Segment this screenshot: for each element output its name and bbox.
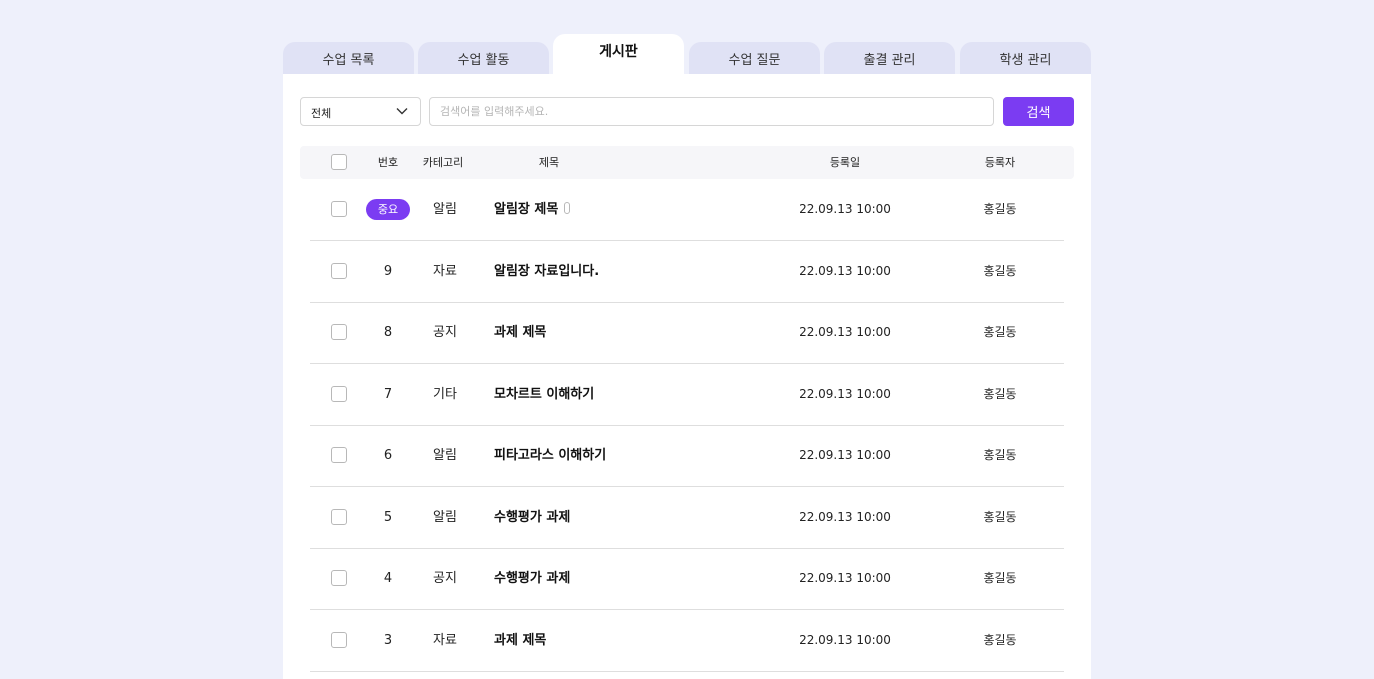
row-number: 6 — [383, 448, 393, 463]
row-checkbox[interactable] — [331, 570, 347, 586]
row-number: 5 — [383, 509, 393, 525]
row-author: 홍길동 — [983, 448, 1017, 462]
header-title: 제목 — [538, 156, 560, 169]
table-header: 번호 카테고리 제목 등록일 등록자 — [300, 146, 1074, 179]
row-date: 22.09.13 10:00 — [799, 571, 891, 585]
row-title-text: 과제 제목 — [494, 325, 547, 340]
row-number: 9 — [383, 263, 393, 279]
table-row[interactable]: 중요 알림 알림장 제목 22.09.13 10:00 홍길동 — [310, 179, 1064, 241]
search-field — [429, 97, 994, 126]
row-category: 알림 — [433, 202, 457, 217]
row-title-link[interactable]: 알림장 제목 — [494, 179, 571, 240]
tab-attendance[interactable]: 출결 관리 — [824, 42, 955, 74]
row-title-text: 수행평가 과제 — [494, 571, 571, 586]
row-author: 홍길동 — [983, 202, 1017, 216]
row-author: 홍길동 — [983, 325, 1017, 339]
row-category: 공지 — [433, 571, 457, 586]
tab-board[interactable]: 게시판 — [553, 34, 684, 74]
header-author: 등록자 — [984, 156, 1016, 169]
row-number: 7 — [383, 386, 393, 402]
table-row[interactable]: 3 자료 과제 제목 22.09.13 10:00 홍길동 — [310, 610, 1064, 672]
row-checkbox[interactable] — [331, 447, 347, 463]
row-date: 22.09.13 10:00 — [799, 202, 891, 216]
header-date: 등록일 — [829, 156, 861, 169]
row-date: 22.09.13 10:00 — [799, 263, 891, 278]
table-row[interactable]: 5 알림 수행평가 과제 22.09.13 10:00 홍길동 — [310, 487, 1064, 549]
row-checkbox[interactable] — [331, 508, 347, 525]
row-date: 22.09.13 10:00 — [799, 509, 891, 524]
row-title-text: 알림장 자료입니다. — [494, 263, 600, 279]
header-number: 번호 — [377, 156, 399, 169]
attachment-icon — [564, 202, 571, 214]
header-category: 카테고리 — [422, 156, 464, 169]
row-category: 공지 — [433, 325, 457, 340]
search-button[interactable]: 검색 — [1003, 97, 1074, 126]
category-filter-select[interactable]: 전체 — [300, 97, 421, 126]
row-title-link[interactable]: 수행평가 과제 — [494, 548, 570, 609]
row-title-text: 과제 제목 — [494, 632, 547, 648]
category-filter-value: 전체 — [311, 107, 332, 120]
row-title-link[interactable]: 모차르트 이해하기 — [494, 364, 594, 425]
chevron-down-icon — [396, 108, 408, 115]
row-number: 8 — [383, 325, 393, 340]
row-number: 4 — [383, 571, 393, 586]
row-category: 자료 — [433, 632, 457, 648]
row-title-link[interactable]: 과제 제목 — [494, 610, 546, 671]
board-tabs: 수업 목록 수업 활동 게시판 수업 질문 출결 관리 학생 관리 — [283, 34, 1091, 74]
table-row[interactable]: 6 알림 피타고라스 이해하기 22.09.13 10:00 홍길동 — [310, 425, 1064, 487]
table-row[interactable]: 7 기타 모차르트 이해하기 22.09.13 10:00 홍길동 — [310, 364, 1064, 426]
row-author: 홍길동 — [983, 386, 1017, 401]
board-panel: 전체 검색 번호 카테고리 제목 등록일 등록자 중요알림알림장 제목22.09… — [283, 74, 1091, 679]
tab-class-list[interactable]: 수업 목록 — [283, 42, 414, 74]
search-bar: 전체 검색 — [300, 97, 1074, 126]
row-title-text: 알림장 제목 — [494, 202, 559, 217]
row-checkbox[interactable] — [331, 262, 347, 279]
table-row[interactable]: 4 공지 수행평가 과제 22.09.13 10:00 홍길동 — [310, 548, 1064, 610]
important-badge: 중요 — [366, 199, 410, 220]
row-title-link[interactable]: 과제 제목 — [494, 302, 546, 363]
row-title-text: 피타고라스 이해하기 — [494, 448, 607, 463]
row-title-link[interactable]: 수행평가 과제 — [494, 487, 570, 548]
row-author: 홍길동 — [983, 632, 1017, 647]
row-category: 기타 — [433, 386, 457, 402]
row-author: 홍길동 — [983, 263, 1017, 278]
select-all-checkbox[interactable] — [331, 154, 347, 170]
row-title-link[interactable]: 알림장 자료입니다. — [494, 241, 599, 302]
row-category: 자료 — [433, 263, 457, 279]
row-checkbox[interactable] — [331, 201, 347, 217]
row-number: 3 — [383, 632, 393, 648]
search-input[interactable] — [430, 98, 993, 125]
row-title-text: 수행평가 과제 — [494, 509, 571, 525]
row-checkbox[interactable] — [331, 631, 347, 648]
tab-class-questions[interactable]: 수업 질문 — [689, 42, 820, 74]
row-title-text: 모차르트 이해하기 — [494, 386, 595, 402]
row-date: 22.09.13 10:00 — [799, 632, 891, 647]
row-checkbox[interactable] — [331, 324, 347, 340]
row-category: 알림 — [433, 509, 457, 525]
tab-class-activity[interactable]: 수업 활동 — [418, 42, 549, 74]
row-author: 홍길동 — [983, 509, 1017, 524]
row-category: 알림 — [433, 448, 457, 463]
table-row[interactable]: 9 자료 알림장 자료입니다. 22.09.13 10:00 홍길동 — [310, 241, 1064, 303]
row-checkbox[interactable] — [331, 385, 347, 402]
row-date: 22.09.13 10:00 — [799, 448, 891, 462]
row-author: 홍길동 — [983, 571, 1017, 585]
row-title-link[interactable]: 피타고라스 이해하기 — [494, 425, 606, 486]
row-date: 22.09.13 10:00 — [799, 386, 891, 401]
table-row[interactable]: 8 공지 과제 제목 22.09.13 10:00 홍길동 — [310, 302, 1064, 364]
tab-student-management[interactable]: 학생 관리 — [960, 42, 1091, 74]
row-date: 22.09.13 10:00 — [799, 325, 891, 339]
